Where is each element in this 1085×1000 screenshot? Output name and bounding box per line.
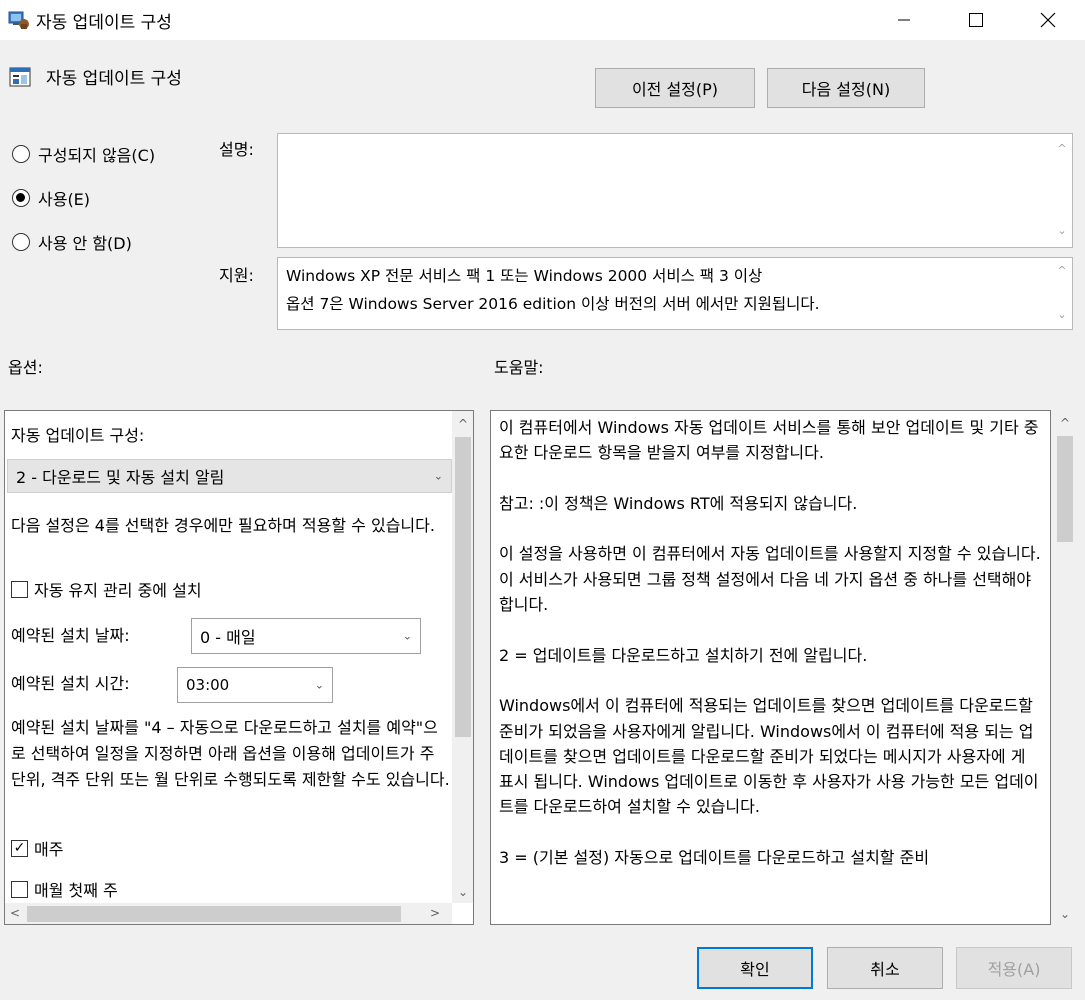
checkbox-box-checked[interactable]: ✓ xyxy=(11,839,28,857)
chevron-down-icon: ⌄ xyxy=(314,678,324,692)
auto-update-mode-select[interactable]: 2 - 다운로드 및 자동 설치 알림 ⌄ xyxy=(7,459,452,493)
check-icon: ✓ xyxy=(13,840,26,856)
description-textbox[interactable]: ^ ⌄ xyxy=(277,133,1073,248)
scroll-up-icon[interactable]: ^ xyxy=(452,417,473,431)
title-bar: 자동 업데이트 구성 xyxy=(0,0,1085,40)
options-label: 옵션: xyxy=(8,358,43,377)
window-title: 자동 업데이트 구성 xyxy=(36,13,172,33)
supported-on-scrollbar[interactable]: ^ ⌄ xyxy=(1052,258,1072,329)
radio-circle[interactable] xyxy=(12,233,30,251)
help-pane[interactable]: 이 컴퓨터에서 Windows 자동 업데이트 서비스를 통해 보안 업데이트 … xyxy=(490,410,1051,925)
weekly-note: 예약된 설치 날짜를 "4 – 자동으로 다운로드하고 설치를 예약"으로 선택… xyxy=(11,718,450,789)
close-icon xyxy=(1040,12,1056,28)
policy-setting-icon xyxy=(9,66,31,88)
radio-label: 사용 안 함(D) xyxy=(38,234,132,253)
options-pane[interactable]: 자동 업데이트 구성: 2 - 다운로드 및 자동 설치 알림 ⌄ 다음 설정은… xyxy=(4,410,474,925)
help-text: 이 컴퓨터에서 Windows 자동 업데이트 서비스를 통해 보안 업데이트 … xyxy=(499,415,1044,896)
select-value: 03:00 xyxy=(186,676,230,694)
radio-enabled[interactable]: 사용(E) xyxy=(12,186,90,210)
description-label: 설명: xyxy=(219,140,254,159)
maintenance-install-checkbox[interactable]: 자동 유지 관리 중에 설치 xyxy=(11,577,202,601)
weekly-checkbox[interactable]: ✓ 매주 xyxy=(11,836,63,860)
radio-label: 구성되지 않음(C) xyxy=(38,146,156,165)
apply-button[interactable]: 적용(A) xyxy=(956,947,1072,989)
scroll-up-icon[interactable]: ^ xyxy=(1053,416,1077,430)
checkbox-label: 자동 유지 관리 중에 설치 xyxy=(34,581,202,600)
checkbox-label: 매주 xyxy=(34,840,64,859)
maximize-icon xyxy=(969,13,983,27)
options-heading: 자동 업데이트 구성: xyxy=(11,426,145,445)
maximize-button[interactable] xyxy=(948,0,1004,40)
scroll-thumb[interactable] xyxy=(27,906,401,922)
scroll-down-icon[interactable]: ⌄ xyxy=(1055,224,1069,237)
close-button[interactable] xyxy=(1020,0,1076,40)
group-policy-app-icon xyxy=(8,10,30,30)
help-label: 도움말: xyxy=(494,358,544,377)
previous-setting-button[interactable]: 이전 설정(P) xyxy=(595,68,755,108)
minimize-button[interactable] xyxy=(876,0,932,40)
radio-circle-selected[interactable] xyxy=(12,189,30,207)
radio-not-configured[interactable]: 구성되지 않음(C) xyxy=(12,142,155,166)
first-week-checkbox[interactable]: 매월 첫째 주 xyxy=(11,877,118,901)
option-note: 다음 설정은 4를 선택한 경우에만 필요하며 적용할 수 있습니다. xyxy=(11,516,435,535)
install-day-select[interactable]: 0 - 매일 ⌄ xyxy=(191,618,421,654)
scroll-thumb[interactable] xyxy=(1057,436,1073,542)
scroll-down-icon[interactable]: ⌄ xyxy=(452,885,473,899)
scroll-up-icon[interactable]: ^ xyxy=(1055,142,1069,155)
select-value: 0 - 매일 xyxy=(200,628,256,647)
supported-on-textbox[interactable]: Windows XP 전문 서비스 팩 1 또는 Windows 2000 서비… xyxy=(277,257,1073,330)
checkbox-box[interactable] xyxy=(11,880,28,898)
scroll-up-icon[interactable]: ^ xyxy=(1055,264,1069,277)
scroll-right-icon[interactable]: > xyxy=(425,906,445,920)
options-content: 자동 업데이트 구성: 2 - 다운로드 및 자동 설치 알림 ⌄ 다음 설정은… xyxy=(5,411,452,903)
description-scrollbar[interactable]: ^ ⌄ xyxy=(1052,134,1072,247)
help-paragraph: 2 = 업데이트를 다운로드하고 설치하기 전에 알립니다. xyxy=(499,645,868,665)
help-paragraph: 참고: :이 정책은 Windows RT에 적용되지 않습니다. xyxy=(499,493,858,513)
help-paragraph: Windows에서 이 컴퓨터에 적용되는 업데이트를 찾으면 업데이트를 다운… xyxy=(499,696,1039,817)
supported-on-label: 지원: xyxy=(219,266,254,285)
install-day-label: 예약된 설치 날짜: xyxy=(11,626,130,645)
supported-on-text: Windows XP 전문 서비스 팩 1 또는 Windows 2000 서비… xyxy=(286,267,820,313)
install-time-select[interactable]: 03:00 ⌄ xyxy=(177,667,333,703)
help-paragraph: 3 = (기본 설정) 자동으로 업데이트를 다운로드하고 설치할 준비 xyxy=(499,848,930,868)
help-paragraph: 이 설정을 사용하면 이 컴퓨터에서 자동 업데이트를 사용할지 지정할 수 있… xyxy=(499,544,1041,615)
ok-button[interactable]: 확인 xyxy=(697,947,813,989)
help-vertical-scrollbar[interactable]: ^ ⌄ xyxy=(1053,410,1077,925)
options-horizontal-scrollbar[interactable]: < > xyxy=(5,903,452,924)
next-setting-button[interactable]: 다음 설정(N) xyxy=(767,68,925,108)
radio-circle[interactable] xyxy=(12,145,30,163)
scroll-down-icon[interactable]: ⌄ xyxy=(1053,907,1077,921)
help-paragraph: 이 컴퓨터에서 Windows 자동 업데이트 서비스를 통해 보안 업데이트 … xyxy=(499,418,1039,463)
radio-disabled[interactable]: 사용 안 함(D) xyxy=(12,230,132,254)
scroll-left-icon[interactable]: < xyxy=(5,906,25,920)
chevron-down-icon: ⌄ xyxy=(402,629,412,643)
minimize-icon xyxy=(898,19,910,21)
select-value: 2 - 다운로드 및 자동 설치 알림 xyxy=(16,468,225,487)
radio-label: 사용(E) xyxy=(38,190,91,209)
policy-title: 자동 업데이트 구성 xyxy=(46,69,182,89)
install-time-label: 예약된 설치 시간: xyxy=(11,674,130,693)
checkbox-box[interactable] xyxy=(11,580,28,598)
options-vertical-scrollbar[interactable]: ^ ⌄ xyxy=(452,411,473,903)
scroll-down-icon[interactable]: ⌄ xyxy=(1055,308,1069,321)
scroll-thumb[interactable] xyxy=(455,437,471,737)
chevron-down-icon: ⌄ xyxy=(433,469,443,483)
checkbox-label: 매월 첫째 주 xyxy=(34,881,118,900)
cancel-button[interactable]: 취소 xyxy=(827,947,943,989)
